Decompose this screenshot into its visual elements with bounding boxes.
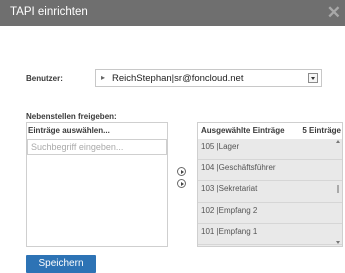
selected-count: 5 Einträge (302, 126, 341, 135)
list-item[interactable]: 101 |Empfang 1 (198, 223, 342, 245)
dropdown-button[interactable] (308, 73, 318, 83)
scroll-down-icon[interactable] (336, 241, 340, 244)
add-all-button[interactable] (177, 179, 186, 188)
chevron-right-icon: ▸ (101, 73, 106, 82)
arrow-right-icon (180, 169, 184, 174)
save-button[interactable]: Speichern (26, 255, 96, 273)
list-scrollbar[interactable] (336, 140, 341, 244)
selected-entries-list: 105 |Lager 104 |Geschäftsführer 103 |Sek… (198, 139, 342, 246)
selected-entries-header: Ausgewählte Einträge (201, 126, 285, 135)
user-select[interactable]: ▸ ReichStephan|sr@foncloud.net (95, 69, 322, 87)
selected-entries-panel: Ausgewählte Einträge 5 Einträge 105 |Lag… (197, 122, 343, 247)
user-label: Benutzer: (26, 74, 63, 83)
user-select-value: ReichStephan|sr@foncloud.net (112, 73, 244, 84)
list-item[interactable]: 103 |Sekretariat (198, 181, 342, 203)
list-item[interactable]: 105 |Lager (198, 139, 342, 161)
list-item[interactable]: 102 |Empfang 2 (198, 202, 342, 224)
list-item[interactable]: 104 |Geschäftsführer (198, 160, 342, 182)
dialog-title: TAPI einrichten (10, 6, 88, 18)
add-selected-button[interactable] (177, 167, 186, 176)
scrollbar-thumb[interactable] (337, 185, 339, 193)
extensions-section-label: Nebenstellen freigeben: (26, 112, 117, 121)
search-input[interactable] (27, 139, 167, 155)
close-icon[interactable]: ✕ (327, 3, 341, 23)
arrow-right-icon (180, 181, 184, 186)
scroll-up-icon[interactable] (336, 140, 340, 143)
available-entries-panel: Einträge auswählen... (26, 122, 168, 247)
available-entries-header: Einträge auswählen... (28, 126, 110, 135)
dialog-titlebar: TAPI einrichten ✕ (0, 0, 345, 26)
chevron-down-icon (310, 77, 315, 80)
